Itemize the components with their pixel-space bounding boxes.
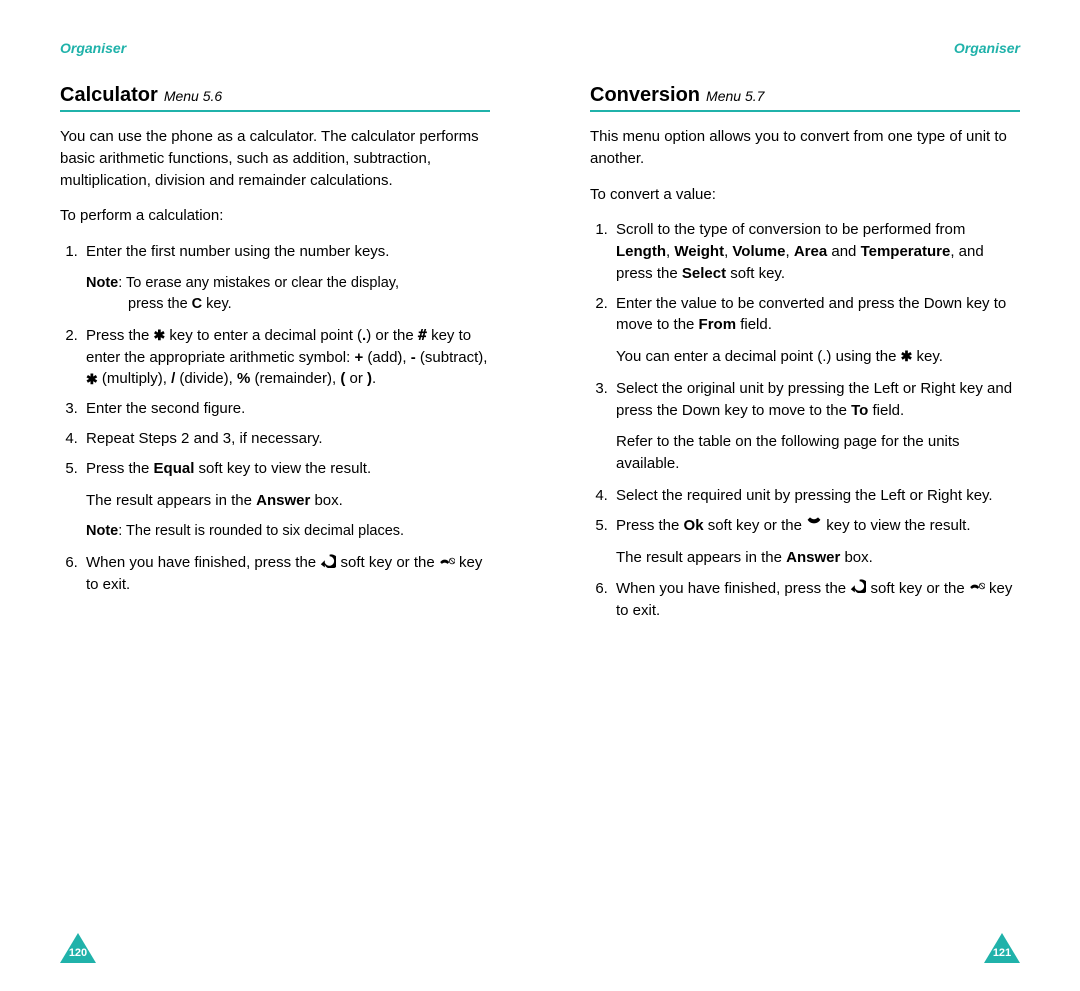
page-number-left: 120 xyxy=(60,947,96,959)
step-6: When you have finished, press the soft k… xyxy=(82,552,490,596)
hash-key-icon xyxy=(418,325,427,347)
step-2: Press the key to enter a decimal point (… xyxy=(82,325,490,391)
body-left: You can use the phone as a calculator. T… xyxy=(60,126,490,596)
step-5-note: Note: The result is rounded to six decim… xyxy=(86,521,490,542)
step-3: Enter the second figure. xyxy=(82,398,490,420)
step-1: Enter the first number using the number … xyxy=(82,241,490,315)
step-5: Press the Ok soft key or the key to view… xyxy=(612,515,1020,569)
step-5-result: The result appears in the Answer box. xyxy=(86,490,490,512)
heading-menu-ref: Menu 5.7 xyxy=(706,88,764,104)
heading-calculator: Calculator Menu 5.6 xyxy=(60,84,490,112)
step-4: Select the required unit by pressing the… xyxy=(612,485,1020,507)
heading-menu-ref: Menu 5.6 xyxy=(164,88,222,104)
return-key-icon xyxy=(850,578,866,600)
section-header-left: Organiser xyxy=(60,40,490,56)
lead-paragraph: To perform a calculation: xyxy=(60,205,490,227)
step-1: Scroll to the type of conversion to be p… xyxy=(612,219,1020,284)
step-6: When you have finished, press the soft k… xyxy=(612,578,1020,622)
page-number-right: 121 xyxy=(984,947,1020,959)
section-header-right: Organiser xyxy=(590,40,1020,56)
page-121: Organiser Conversion Menu 5.7 This menu … xyxy=(540,0,1080,991)
heading-conversion: Conversion Menu 5.7 xyxy=(590,84,1020,112)
heading-title: Calculator xyxy=(60,84,158,107)
step-2-note: You can enter a decimal point (.) using … xyxy=(616,346,1020,368)
lead-paragraph: To convert a value: xyxy=(590,184,1020,206)
step-5: Press the Equal soft key to view the res… xyxy=(82,458,490,543)
heading-title: Conversion xyxy=(590,84,700,107)
end-call-key-icon xyxy=(439,553,455,575)
body-right: This menu option allows you to convert f… xyxy=(590,126,1020,622)
star-key-icon xyxy=(154,325,166,347)
steps-list-right: Scroll to the type of conversion to be p… xyxy=(590,219,1020,622)
step-5-result: The result appears in the Answer box. xyxy=(616,547,1020,569)
step-2: Enter the value to be converted and pres… xyxy=(612,293,1020,368)
end-call-key-icon xyxy=(969,578,985,600)
steps-list-left: Enter the first number using the number … xyxy=(60,241,490,596)
intro-paragraph: You can use the phone as a calculator. T… xyxy=(60,126,490,191)
star-multiply-icon xyxy=(86,369,98,391)
intro-paragraph: This menu option allows you to convert f… xyxy=(590,126,1020,170)
step-1-note: Note: To erase any mistakes or clear the… xyxy=(86,273,490,315)
star-key-icon xyxy=(901,346,913,368)
step-3: Select the original unit by pressing the… xyxy=(612,378,1020,475)
page-120: Organiser Calculator Menu 5.6 You can us… xyxy=(0,0,540,991)
return-key-icon xyxy=(320,553,336,575)
manual-spread: Organiser Calculator Menu 5.6 You can us… xyxy=(0,0,1080,991)
send-key-icon xyxy=(806,515,822,537)
step-4: Repeat Steps 2 and 3, if necessary. xyxy=(82,428,490,450)
step-3-note: Refer to the table on the following page… xyxy=(616,431,1020,475)
